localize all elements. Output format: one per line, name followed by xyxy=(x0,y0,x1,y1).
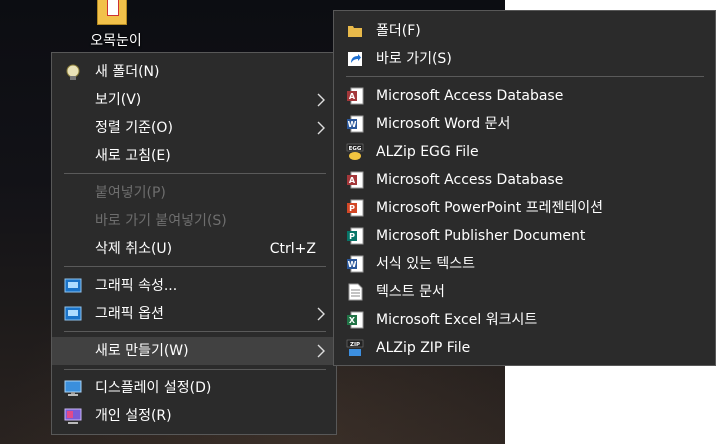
menu-item-label: 그래픽 속성... xyxy=(95,278,178,294)
menu-item-label: 새로 만들기(W) xyxy=(95,343,189,359)
submenu-item-label: Microsoft Publisher Document xyxy=(376,228,586,244)
submenu-item-label: 폴더(F) xyxy=(376,23,421,39)
submenu-item-label: 서식 있는 텍스트 xyxy=(376,256,476,272)
access-file-icon: A xyxy=(347,87,364,105)
powerpoint-file-icon: P xyxy=(347,199,364,217)
alzip-zip-icon: ZIP xyxy=(346,339,364,356)
submenu-item-label: Microsoft Excel 워크시트 xyxy=(376,312,538,328)
menu-item-label: 그래픽 옵션 xyxy=(95,306,164,322)
word-file-icon: W xyxy=(347,115,364,133)
menu-item-display-settings[interactable]: 디스플레이 설정(D) xyxy=(52,375,336,401)
new-submenu: 폴더(F) 바로 가기(S) A Microsoft Access Databa… xyxy=(333,10,716,366)
menu-item-undo-delete[interactable]: 삭제 취소(U) Ctrl+Z xyxy=(52,236,336,262)
svg-text:P: P xyxy=(349,204,355,213)
menu-item-new-folder[interactable]: 새 폴더(N) xyxy=(52,59,336,85)
svg-text:A: A xyxy=(349,92,356,101)
alzip-egg-icon: EGG xyxy=(346,143,364,160)
intel-graphics-icon xyxy=(64,278,82,293)
svg-text:A: A xyxy=(349,176,356,185)
submenu-item-label: 바로 가기(S) xyxy=(376,51,452,67)
menu-item-label: 정렬 기준(O) xyxy=(95,120,173,136)
menu-item-label: 디스플레이 설정(D) xyxy=(95,380,212,396)
menu-separator xyxy=(346,76,704,77)
publisher-file-icon: P xyxy=(347,227,364,245)
submenu-item-label: Microsoft Word 문서 xyxy=(376,116,511,132)
menu-item-label: 새 폴더(N) xyxy=(95,64,160,80)
excel-file-icon: X xyxy=(347,311,364,329)
submenu-item-label: 텍스트 문서 xyxy=(376,284,445,300)
menu-item-personalize[interactable]: 개인 설정(R) xyxy=(52,403,336,429)
submenu-item-label: Microsoft Access Database xyxy=(376,88,564,104)
menu-item-paste-shortcut: 바로 가기 붙여넣기(S) xyxy=(52,208,336,234)
desktop-context-menu: 새 폴더(N) 보기(V) 정렬 기준(O) 새로 고침(E) 붙여넣기(P) … xyxy=(51,52,337,435)
submenu-item-label: Microsoft PowerPoint 프레젠테이션 xyxy=(376,200,603,216)
shortcut-arrow-icon xyxy=(348,52,362,66)
svg-text:X: X xyxy=(349,316,356,325)
menu-item-refresh[interactable]: 새로 고침(E) xyxy=(52,143,336,169)
menu-item-view[interactable]: 보기(V) xyxy=(52,87,336,113)
submenu-item-label: Microsoft Access Database xyxy=(376,172,564,188)
chevron-right-icon xyxy=(317,121,325,135)
svg-text:P: P xyxy=(349,232,355,241)
submenu-item-alzip-zip[interactable]: ZIP ALZip ZIP File xyxy=(334,335,715,361)
chevron-right-icon xyxy=(317,93,325,107)
menu-item-sort-by[interactable]: 정렬 기준(O) xyxy=(52,115,336,141)
submenu-item-label: ALZip EGG File xyxy=(376,144,479,160)
rich-text-file-icon: W xyxy=(347,255,364,273)
menu-item-graphics-properties[interactable]: 그래픽 속성... xyxy=(52,273,336,299)
menu-item-label: 새로 고침(E) xyxy=(95,148,171,164)
lightbulb-icon xyxy=(66,64,80,80)
submenu-item-access-database-1[interactable]: A Microsoft Access Database xyxy=(334,83,715,109)
menu-item-paste: 붙여넣기(P) xyxy=(52,180,336,206)
submenu-item-shortcut[interactable]: 바로 가기(S) xyxy=(334,46,715,72)
menu-separator xyxy=(64,173,326,174)
menu-item-label: 바로 가기 붙여넣기(S) xyxy=(95,213,227,229)
svg-text:ZIP: ZIP xyxy=(350,342,360,348)
submenu-item-text-document[interactable]: 텍스트 문서 xyxy=(334,279,715,305)
access-file-icon: A xyxy=(347,171,364,189)
desktop-icon-label: 오목눈이 xyxy=(90,33,142,49)
submenu-item-access-database-2[interactable]: A Microsoft Access Database xyxy=(334,167,715,193)
menu-item-label: 개인 설정(R) xyxy=(95,408,172,424)
personalize-icon xyxy=(64,408,82,424)
submenu-item-word-document[interactable]: W Microsoft Word 문서 xyxy=(334,111,715,137)
submenu-item-publisher[interactable]: P Microsoft Publisher Document xyxy=(334,223,715,249)
svg-text:W: W xyxy=(348,260,357,269)
svg-text:W: W xyxy=(348,120,357,129)
menu-separator xyxy=(64,369,326,370)
text-file-icon xyxy=(348,283,363,301)
monitor-icon xyxy=(64,380,82,396)
menu-item-graphics-options[interactable]: 그래픽 옵션 xyxy=(52,301,336,327)
menu-item-label: 붙여넣기(P) xyxy=(95,185,166,201)
menu-item-label: 보기(V) xyxy=(95,92,142,108)
submenu-item-excel[interactable]: X Microsoft Excel 워크시트 xyxy=(334,307,715,333)
chevron-right-icon xyxy=(317,344,325,358)
folder-icon xyxy=(97,0,127,25)
folder-icon xyxy=(348,26,362,37)
menu-item-shortcut: Ctrl+Z xyxy=(269,241,316,257)
submenu-item-rich-text[interactable]: W 서식 있는 텍스트 xyxy=(334,251,715,277)
menu-item-label: 삭제 취소(U) xyxy=(95,241,173,257)
svg-text:EGG: EGG xyxy=(349,146,362,152)
submenu-item-folder[interactable]: 폴더(F) xyxy=(334,18,715,44)
intel-graphics-icon xyxy=(64,306,82,321)
submenu-item-alzip-egg[interactable]: EGG ALZip EGG File xyxy=(334,139,715,165)
desktop-file-icon[interactable]: 오목눈이 xyxy=(86,0,146,52)
menu-separator xyxy=(64,331,326,332)
submenu-item-powerpoint[interactable]: P Microsoft PowerPoint 프레젠테이션 xyxy=(334,195,715,221)
chevron-right-icon xyxy=(317,307,325,321)
submenu-item-label: ALZip ZIP File xyxy=(376,340,471,356)
menu-item-new[interactable]: 새로 만들기(W) xyxy=(52,337,336,365)
menu-separator xyxy=(64,266,326,267)
